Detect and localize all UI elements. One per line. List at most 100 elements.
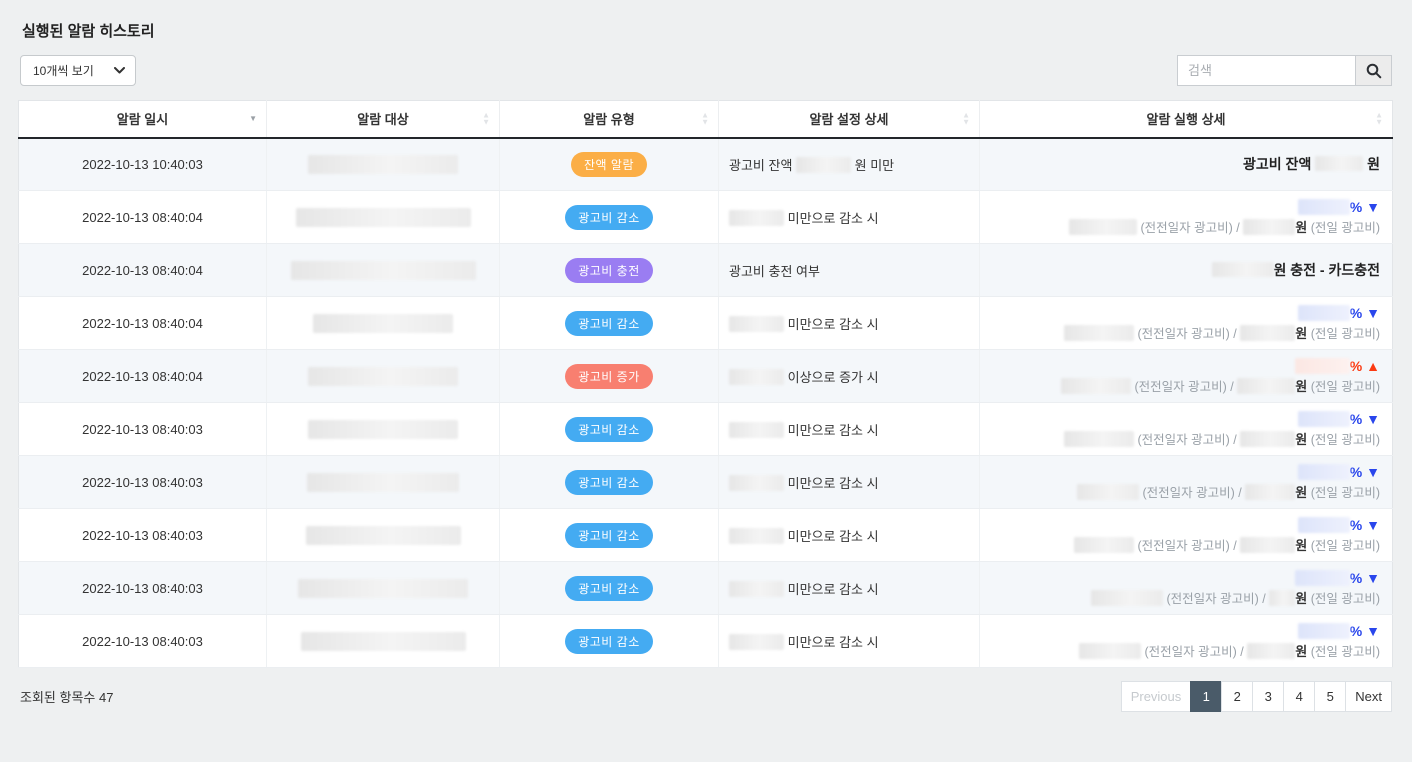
redacted-value <box>1298 517 1350 533</box>
detail-text: (전일 광고비) <box>1307 592 1380 606</box>
search-input[interactable] <box>1177 55 1355 86</box>
alarm-exec-cell: % ▼ (전전일자 광고비) / 원 (전일 광고비) <box>980 403 1393 456</box>
detail-text: (전전일자 광고비) / <box>1137 221 1243 235</box>
search-group <box>1177 55 1392 86</box>
alarm-target-cell <box>267 562 500 615</box>
alarm-target-cell <box>267 297 500 350</box>
detail-text: 광고비 충전 여부 <box>729 264 820 279</box>
detail-text: 원 <box>1295 220 1307 235</box>
redacted-value <box>1247 643 1295 659</box>
detail-text: 미만으로 감소 시 <box>784 529 879 544</box>
redacted-value <box>1240 431 1295 447</box>
search-icon <box>1366 63 1382 79</box>
column-header[interactable]: 알람 대상 ▲▼ <box>267 101 500 138</box>
pagination-previous[interactable]: Previous <box>1121 681 1192 712</box>
detail-text: % ▲ <box>1350 358 1380 374</box>
column-header[interactable]: 알람 실행 상세 ▲▼ <box>980 101 1393 138</box>
alarm-type-badge: 광고비 감소 <box>565 470 653 495</box>
exec-detail-line: (전전일자 광고비) / 원 (전일 광고비) <box>981 377 1380 397</box>
redacted-value <box>1298 199 1350 215</box>
per-page-select[interactable]: 10개씩 보기 <box>20 55 136 86</box>
detail-text: (전일 광고비) <box>1307 221 1380 235</box>
redacted-value <box>1064 431 1134 447</box>
alarm-setting-cell: 미만으로 감소 시 <box>719 403 980 456</box>
sort-both-icon: ▲▼ <box>482 112 490 125</box>
alarm-setting-cell: 미만으로 감소 시 <box>719 191 980 244</box>
pagination-5[interactable]: 5 <box>1314 681 1346 712</box>
alarm-target-cell <box>267 350 500 403</box>
alarm-datetime-cell: 2022-10-13 08:40:03 <box>19 562 267 615</box>
alarm-target-cell <box>267 509 500 562</box>
detail-text: 원 <box>1295 432 1307 447</box>
alarm-type-cell: 광고비 감소 <box>500 297 719 350</box>
table-header-row: 알람 일시 ▼ 알람 대상 ▲▼ 알람 유형 ▲▼ 알람 설정 상세 ▲▼ 알람… <box>19 101 1393 138</box>
detail-text: 광고비 잔액 <box>729 158 796 173</box>
exec-detail-line: 광고비 잔액 원 <box>981 154 1380 174</box>
alarm-exec-cell: % ▼ (전전일자 광고비) / 원 (전일 광고비) <box>980 456 1393 509</box>
alarm-target-cell <box>267 138 500 191</box>
detail-text: (전전일자 광고비) / <box>1134 327 1240 341</box>
alarm-type-cell: 광고비 감소 <box>500 509 719 562</box>
table-row: 2022-10-13 08:40:04 광고비 증가 이상으로 증가 시 % ▲… <box>19 350 1393 403</box>
alarm-type-cell: 광고비 감소 <box>500 562 719 615</box>
search-button[interactable] <box>1355 55 1392 86</box>
alarm-target-cell <box>267 456 500 509</box>
detail-text: 원 <box>1295 485 1307 500</box>
detail-text: 원 <box>1363 156 1380 172</box>
alarm-type-badge: 광고비 감소 <box>565 417 653 442</box>
detail-text: 원 <box>1295 379 1307 394</box>
detail-text: 미만으로 감소 시 <box>784 211 879 226</box>
redacted-value <box>1069 219 1137 235</box>
pagination-3[interactable]: 3 <box>1252 681 1284 712</box>
alarm-target-cell <box>267 244 500 297</box>
redacted-target <box>291 261 476 280</box>
pagination-4[interactable]: 4 <box>1283 681 1315 712</box>
redacted-value <box>729 210 784 226</box>
detail-text: 미만으로 감소 시 <box>784 635 879 650</box>
redacted-value <box>1298 464 1350 480</box>
alarm-datetime-cell: 2022-10-13 08:40:03 <box>19 509 267 562</box>
detail-text: 원 <box>1295 591 1307 606</box>
alarm-exec-cell: % ▼ (전전일자 광고비) / 원 (전일 광고비) <box>980 509 1393 562</box>
column-header-label: 알람 실행 상세 <box>1147 112 1226 127</box>
redacted-target <box>308 367 458 386</box>
column-header[interactable]: 알람 설정 상세 ▲▼ <box>719 101 980 138</box>
redacted-target <box>301 632 466 651</box>
alarm-type-cell: 잔액 알람 <box>500 138 719 191</box>
exec-detail-line: % ▼ <box>981 409 1380 430</box>
detail-text: 이상으로 증가 시 <box>784 370 879 385</box>
detail-text: % ▼ <box>1350 570 1380 586</box>
exec-detail-line: 원 충전 - 카드충전 <box>981 260 1380 280</box>
redacted-value <box>1298 305 1350 321</box>
alarm-target-cell <box>267 615 500 668</box>
alarm-datetime-cell: 2022-10-13 08:40:03 <box>19 456 267 509</box>
redacted-target <box>306 526 461 545</box>
alarm-exec-cell: % ▼ (전전일자 광고비) / 원 (전일 광고비) <box>980 297 1393 350</box>
table-footer: 조회된 항목수 47 Previous12345Next <box>20 681 1392 712</box>
redacted-value <box>1295 358 1350 374</box>
alarm-type-cell: 광고비 감소 <box>500 191 719 244</box>
exec-detail-line: % ▼ <box>981 197 1380 218</box>
column-header[interactable]: 알람 유형 ▲▼ <box>500 101 719 138</box>
detail-text: (전전일자 광고비) / <box>1134 433 1240 447</box>
alarm-exec-cell: % ▼ (전전일자 광고비) / 원 (전일 광고비) <box>980 615 1393 668</box>
sort-both-icon: ▲▼ <box>962 112 970 125</box>
redacted-value <box>1061 378 1131 394</box>
detail-text: % ▼ <box>1350 517 1380 533</box>
pagination-2[interactable]: 2 <box>1221 681 1253 712</box>
detail-text: (전전일자 광고비) / <box>1139 486 1245 500</box>
page-title: 실행된 알람 히스토리 <box>22 20 1412 41</box>
column-header[interactable]: 알람 일시 ▼ <box>19 101 267 138</box>
detail-text: (전전일자 광고비) / <box>1134 539 1240 553</box>
pagination-1[interactable]: 1 <box>1190 681 1222 712</box>
detail-text: 미만으로 감소 시 <box>784 423 879 438</box>
redacted-value <box>796 157 851 173</box>
alarm-setting-cell: 미만으로 감소 시 <box>719 562 980 615</box>
exec-detail-line: (전전일자 광고비) / 원 (전일 광고비) <box>981 430 1380 450</box>
detail-text: 원 <box>1295 326 1307 341</box>
pagination-next[interactable]: Next <box>1345 681 1392 712</box>
alarm-type-cell: 광고비 감소 <box>500 615 719 668</box>
alarm-type-cell: 광고비 증가 <box>500 350 719 403</box>
detail-text: (전일 광고비) <box>1307 380 1380 394</box>
redacted-value <box>1295 570 1350 586</box>
